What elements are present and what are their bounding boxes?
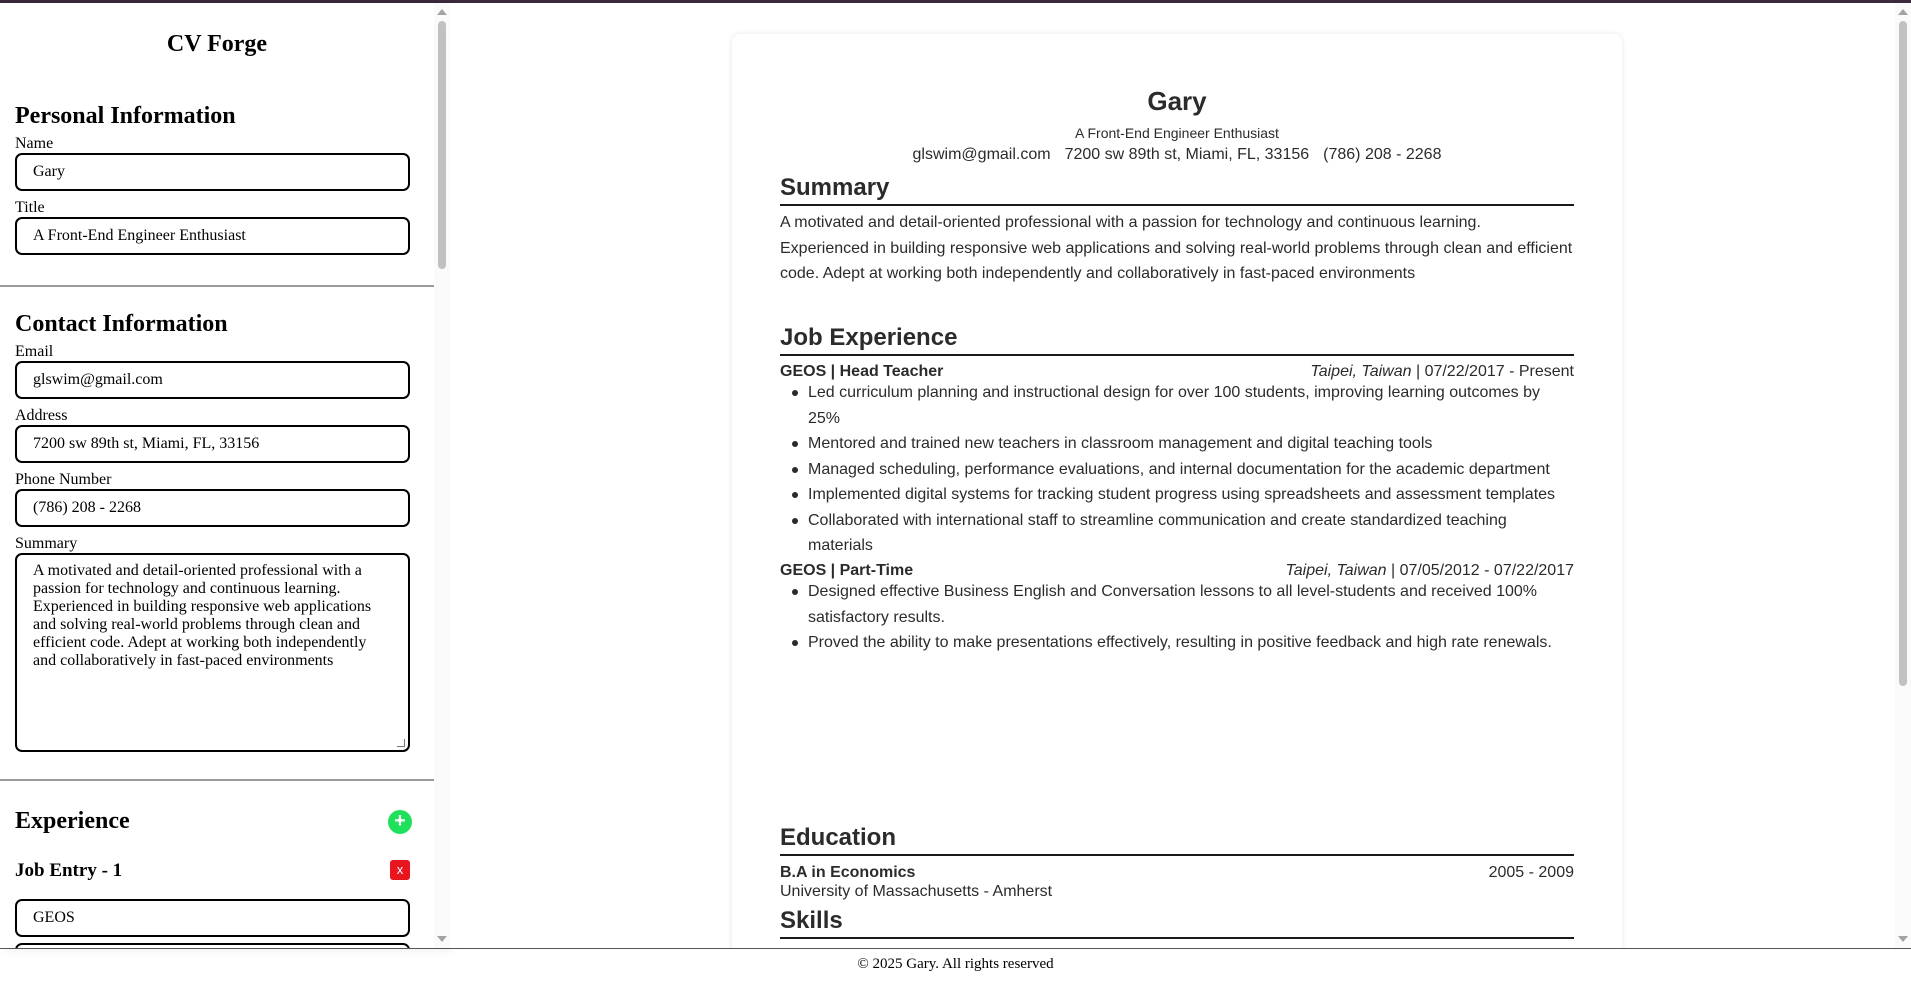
- job-bullet: Designed effective Business English and …: [792, 579, 1574, 630]
- job-bullet: Collaborated with international staff to…: [792, 508, 1574, 559]
- job-header: GEOS | Head Teacher Taipei, Taiwan | 07/…: [780, 362, 1574, 382]
- address-input[interactable]: 7200 sw 89th st, Miami, FL, 33156: [15, 425, 410, 463]
- job-separator: |: [826, 562, 840, 579]
- email-input[interactable]: glswim@gmail.com: [15, 361, 410, 399]
- contact-info-heading: Contact Information: [15, 311, 228, 337]
- summary-label: Summary: [15, 535, 78, 552]
- summary-section-heading: Summary: [780, 173, 1574, 206]
- education-school: University of Massachusetts - Amherst: [780, 883, 1053, 900]
- title-label: Title: [15, 199, 45, 216]
- sidebar-scrollbar[interactable]: [434, 3, 450, 948]
- scroll-down-icon[interactable]: [437, 936, 447, 942]
- job-location-dates: Taipei, Taiwan | 07/22/2017 - Present: [1310, 362, 1574, 382]
- job-bullet: Led curriculum planning and instructiona…: [792, 380, 1574, 431]
- email-label: Email: [15, 343, 54, 360]
- education-years: 2005 - 2009: [1488, 864, 1574, 881]
- scroll-up-icon[interactable]: [437, 9, 447, 15]
- main-scrollbar-thumb[interactable]: [1899, 21, 1907, 686]
- editor-form: CV Forge Personal Information Name Gary …: [0, 3, 434, 948]
- phone-label: Phone Number: [15, 471, 112, 488]
- scroll-up-icon[interactable]: [1898, 9, 1908, 15]
- job-entry-heading: Job Entry - 1: [15, 860, 123, 881]
- skills-section-heading: Skills: [780, 906, 1574, 939]
- resume-title: A Front-End Engineer Enthusiast: [1075, 125, 1279, 141]
- job-bullet: Implemented digital systems for tracking…: [792, 482, 1574, 508]
- job-dates: | 07/22/2017 - Present: [1411, 363, 1574, 380]
- education-section-heading: Education: [780, 823, 1574, 856]
- job-role: Part-Time: [839, 562, 914, 579]
- section-divider: [0, 285, 434, 287]
- address-label: Address: [15, 407, 68, 424]
- job-location: Taipei, Taiwan: [1310, 363, 1412, 380]
- resume-preview-area: Gary A Front-End Engineer Enthusiast gls…: [450, 3, 1911, 948]
- scroll-down-icon[interactable]: [1898, 936, 1908, 942]
- phone-input[interactable]: (786) 208 - 2268: [15, 489, 410, 527]
- resume-email: glswim@gmail.com: [912, 146, 1051, 163]
- resize-handle-icon[interactable]: [397, 739, 405, 747]
- job-company-role: GEOS | Head Teacher: [780, 362, 943, 382]
- job-company: GEOS: [780, 562, 827, 579]
- summary-textarea-text: A motivated and detail-oriented professi…: [33, 562, 372, 669]
- name-label: Name: [15, 135, 54, 152]
- job-header: GEOS | Part-Time Taipei, Taiwan | 07/05/…: [780, 561, 1574, 581]
- name-input[interactable]: Gary: [15, 153, 410, 191]
- title-input[interactable]: A Front-End Engineer Enthusiast: [15, 217, 410, 255]
- job-separator: |: [826, 363, 840, 380]
- resume-name: Gary: [1147, 86, 1207, 116]
- summary-text: A motivated and detail-oriented professi…: [780, 214, 1573, 282]
- job-role: Head Teacher: [839, 363, 944, 380]
- delete-entry-button[interactable]: x: [390, 860, 410, 880]
- job-dates: | 07/05/2012 - 07/22/2017: [1386, 562, 1574, 579]
- experience-heading: Experience: [15, 808, 130, 834]
- resume-address: 7200 sw 89th st, Miami, FL, 33156: [1064, 146, 1310, 163]
- education-degree: B.A in Economics: [780, 864, 916, 881]
- resume-phone: (786) 208 - 2268: [1323, 146, 1442, 163]
- job-bullet: Proved the ability to make presentations…: [792, 630, 1574, 656]
- job-location-dates: Taipei, Taiwan | 07/05/2012 - 07/22/2017: [1285, 561, 1574, 581]
- footer-text: © 2025 Gary. All rights reserved: [857, 956, 1054, 972]
- job-bullet: Managed scheduling, performance evaluati…: [792, 457, 1574, 483]
- job-bullets: Designed effective Business English and …: [792, 579, 1574, 656]
- add-experience-button[interactable]: +: [388, 810, 412, 834]
- education-header: B.A in Economics 2005 - 2009: [780, 863, 1574, 883]
- section-divider: [0, 779, 434, 781]
- sidebar-scrollbar-thumb[interactable]: [438, 21, 446, 269]
- experience-section-heading: Job Experience: [780, 323, 1574, 356]
- main-scrollbar[interactable]: [1895, 3, 1911, 948]
- resume-contact-line: glswim@gmail.com 7200 sw 89th st, Miami, …: [732, 146, 1622, 164]
- company-input[interactable]: GEOS: [15, 899, 410, 937]
- job-bullet: Mentored and trained new teachers in cla…: [792, 431, 1574, 457]
- job-location: Taipei, Taiwan: [1285, 562, 1387, 579]
- resume-page: Gary A Front-End Engineer Enthusiast gls…: [732, 34, 1622, 948]
- job-company-role: GEOS | Part-Time: [780, 561, 913, 581]
- editor-sidebar: CV Forge Personal Information Name Gary …: [0, 3, 450, 948]
- job-company: GEOS: [780, 363, 827, 380]
- footer-divider: [0, 948, 1911, 949]
- job-bullets: Led curriculum planning and instructiona…: [792, 380, 1574, 559]
- personal-info-heading: Personal Information: [15, 103, 236, 129]
- summary-textarea[interactable]: A motivated and detail-oriented professi…: [15, 553, 410, 752]
- footer: © 2025 Gary. All rights reserved: [0, 956, 1911, 973]
- app-title: CV Forge: [166, 31, 268, 57]
